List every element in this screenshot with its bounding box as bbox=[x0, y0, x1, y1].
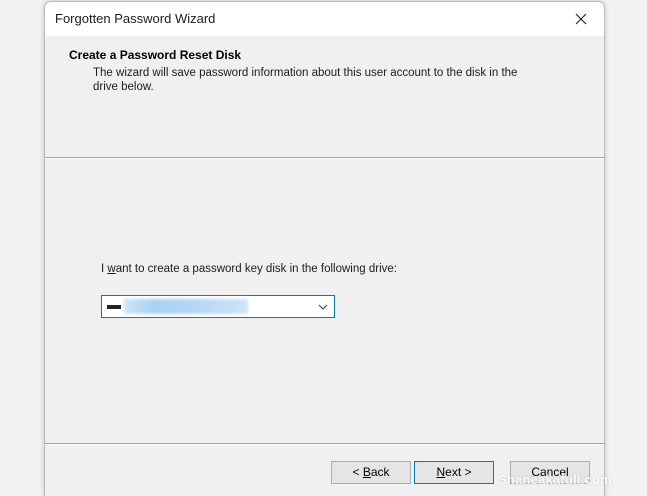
back-label-suffix: ack bbox=[370, 465, 390, 479]
next-button[interactable]: Next > bbox=[414, 461, 494, 484]
next-label-suffix: ext > bbox=[445, 465, 472, 479]
page-description: The wizard will save password informatio… bbox=[93, 67, 518, 93]
back-label-accelerator: B bbox=[362, 465, 371, 479]
close-icon bbox=[575, 13, 587, 25]
drive-label-accelerator: w bbox=[107, 263, 116, 275]
header-divider bbox=[45, 157, 604, 159]
drive-select[interactable] bbox=[101, 295, 335, 318]
drive-label-suffix: ant to create a password key disk in the… bbox=[115, 263, 397, 275]
footer-divider bbox=[45, 443, 604, 445]
next-label-accelerator: N bbox=[436, 465, 446, 479]
back-label-prefix: < bbox=[352, 465, 363, 479]
drive-label: I want to create a password key disk in … bbox=[101, 263, 397, 275]
drive-icon bbox=[107, 305, 121, 309]
window-title: Forgotten Password Wizard bbox=[55, 11, 216, 26]
wizard-window: Forgotten Password Wizard Create a Passw… bbox=[44, 1, 605, 496]
chevron-down-icon[interactable] bbox=[317, 301, 329, 313]
page-title: Create a Password Reset Disk bbox=[69, 48, 242, 62]
watermark-text: Shaneakafull.com bbox=[498, 472, 612, 487]
close-button[interactable] bbox=[558, 2, 604, 36]
title-bar[interactable]: Forgotten Password Wizard bbox=[45, 2, 604, 36]
back-button[interactable]: < Back bbox=[331, 461, 411, 484]
header-panel: Create a Password Reset Disk The wizard … bbox=[45, 36, 604, 157]
drive-select-value bbox=[124, 299, 248, 314]
